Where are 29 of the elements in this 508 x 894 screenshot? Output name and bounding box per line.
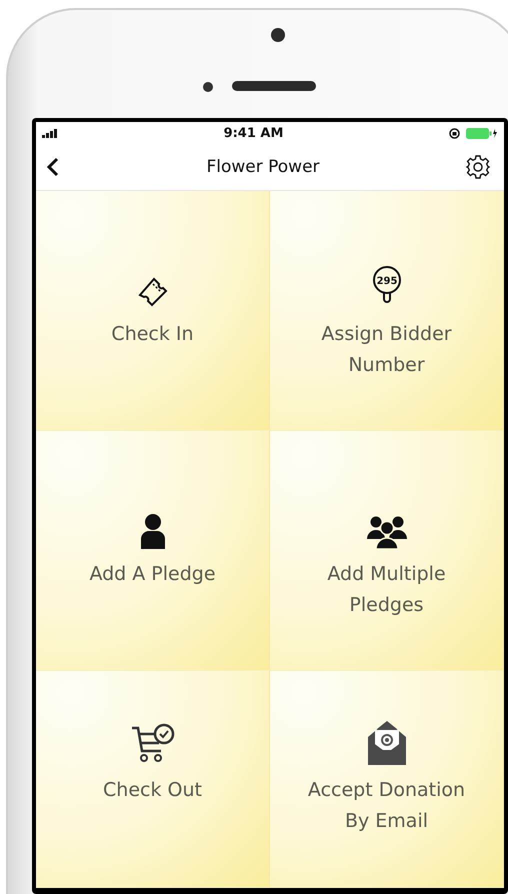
tile-label: Accept Donation By Email [306,778,466,834]
tile-label: Add A Pledge [89,562,216,587]
tile-label: Check Out [103,778,202,803]
settings-button[interactable] [466,155,490,179]
camera-lens [271,28,285,42]
tile-label: Assign Bidder Number [320,322,453,378]
sensor-dot [203,82,213,92]
status-time: 9:41 AM [224,126,284,140]
back-button[interactable] [46,157,60,177]
people-group-icon [366,515,408,549]
signal-icon [42,128,58,138]
rotation-lock-icon [448,128,460,138]
tile-label: Add Multiple Pledges [326,562,447,618]
paddle-number: 295 [376,276,397,287]
battery-icon [466,128,498,138]
menu-tile[interactable]: Add A Pledge [36,431,270,671]
person-icon [138,513,166,549]
screen-title: Flower Power [206,157,320,177]
settings-icon [466,155,490,179]
menu-tile[interactable]: 295 Assign Bidder Number [270,191,504,431]
back-chevron-icon [46,157,60,177]
ticket-icon [136,275,170,309]
menu-tile[interactable]: Check Out [36,671,270,888]
menu-tile[interactable]: Check In [36,191,270,431]
menu-tile[interactable]: Add Multiple Pledges [270,431,504,671]
menu-tile[interactable]: Accept Donation By Email [270,671,504,888]
cart-check-icon [130,723,174,765]
tile-label: Check In [111,322,194,347]
bidder-paddle-icon [372,266,400,303]
